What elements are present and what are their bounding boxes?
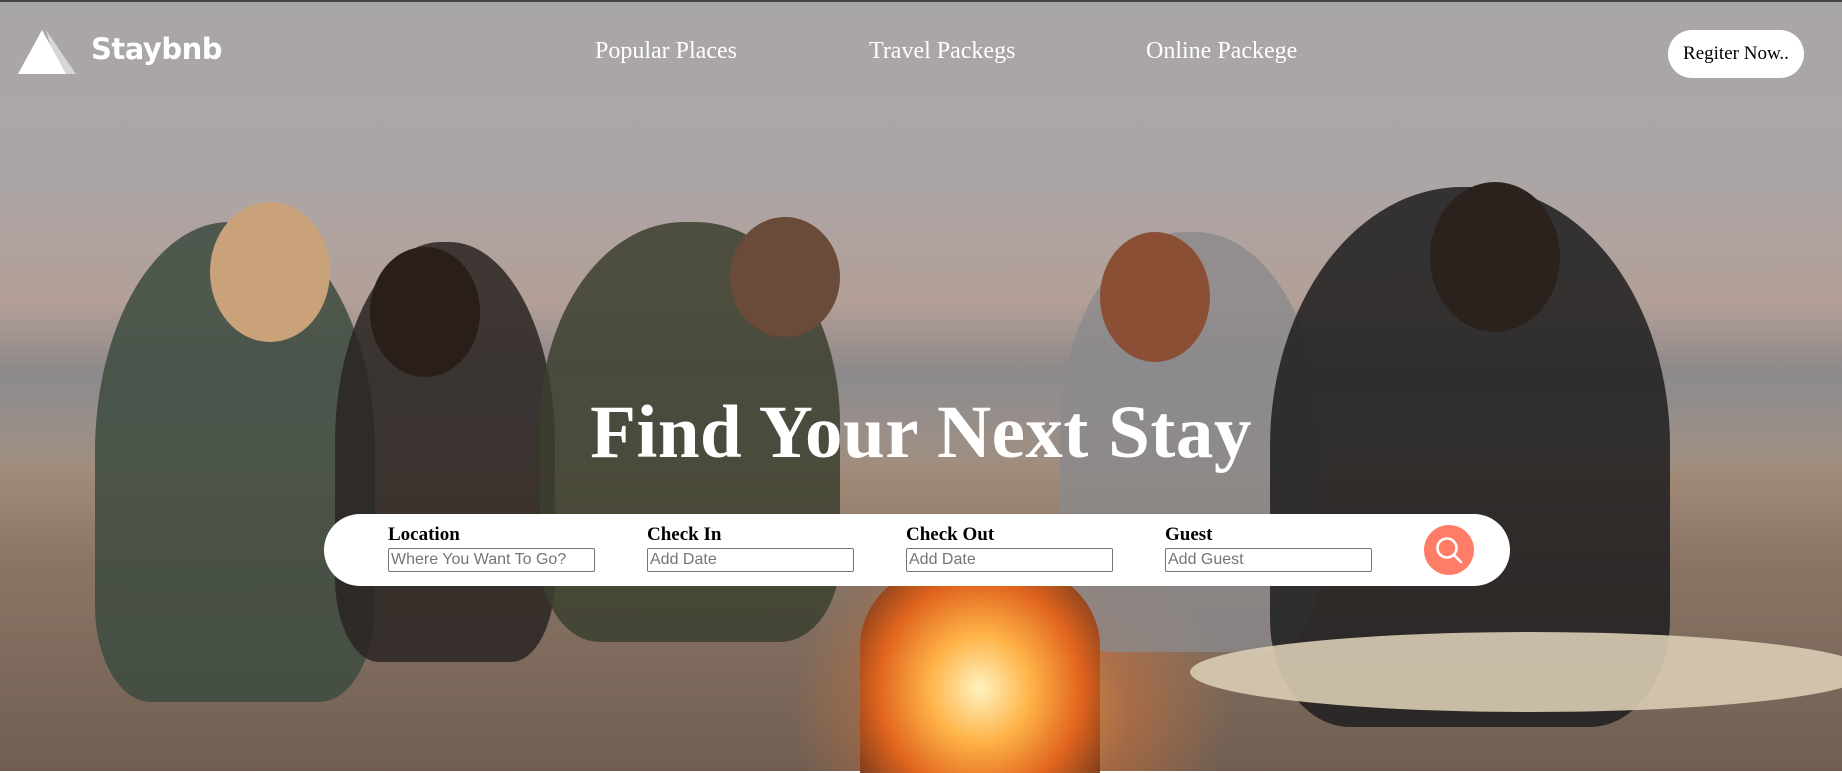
check-in-field-group: Check In <box>647 525 857 572</box>
search-bar: Location Check In Check Out Guest <box>324 514 1510 586</box>
nav-link-popular-places[interactable]: Popular Places <box>595 38 737 65</box>
triangle-logo-icon <box>18 30 76 74</box>
surfboard <box>1190 632 1842 712</box>
person-head <box>730 217 840 337</box>
nav-link-travel-packages[interactable]: Travel Packegs <box>869 38 1015 65</box>
guest-field-group: Guest <box>1165 525 1375 572</box>
check-out-input[interactable] <box>906 548 1113 572</box>
search-icon <box>1436 537 1463 564</box>
hero-background <box>0 0 1842 773</box>
register-button[interactable]: Regiter Now.. <box>1668 30 1804 78</box>
location-input[interactable] <box>388 548 595 572</box>
location-field-group: Location <box>388 525 598 572</box>
check-in-input[interactable] <box>647 548 854 572</box>
search-button[interactable] <box>1424 525 1474 575</box>
guest-label: Guest <box>1165 524 1213 545</box>
location-label: Location <box>388 524 460 545</box>
check-in-label: Check In <box>647 524 722 545</box>
check-out-field-group: Check Out <box>906 525 1116 572</box>
person-head <box>1100 232 1210 362</box>
person-head <box>210 202 330 342</box>
person-head <box>1430 182 1560 332</box>
hero-headline: Find Your Next Stay <box>590 391 1252 474</box>
nav-link-online-package[interactable]: Online Packege <box>1146 38 1297 65</box>
top-navigation: Staybnb Popular Places Travel Packegs On… <box>0 0 1842 110</box>
campfire <box>860 562 1100 773</box>
guest-input[interactable] <box>1165 548 1372 572</box>
person-head <box>370 247 480 377</box>
brand-name: Staybnb <box>91 32 223 66</box>
brand-logo[interactable]: Staybnb <box>18 28 223 78</box>
check-out-label: Check Out <box>906 524 995 545</box>
